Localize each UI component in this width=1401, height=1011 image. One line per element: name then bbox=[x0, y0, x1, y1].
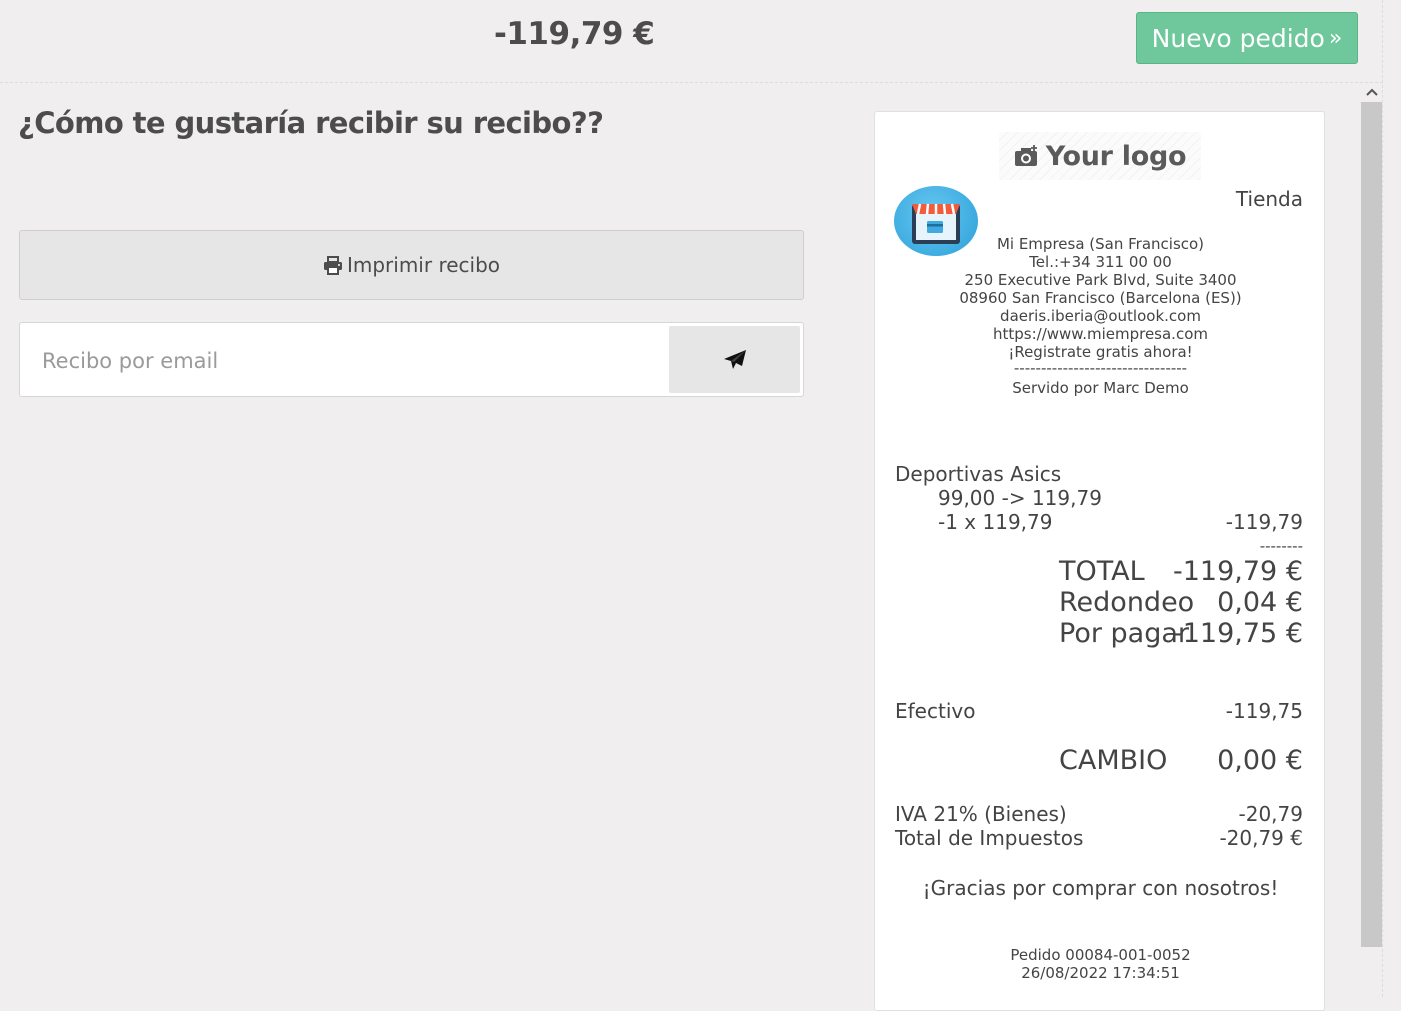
payment-amount: -119,75 bbox=[1225, 699, 1303, 723]
total-tax-value: -20,79 € bbox=[1219, 826, 1303, 850]
company-name: Mi Empresa (San Francisco) bbox=[996, 235, 1205, 253]
printer-icon bbox=[323, 255, 342, 275]
payment-method: Efectivo bbox=[895, 699, 976, 723]
camera-plus-icon bbox=[1014, 145, 1037, 166]
vat-label: IVA 21% (Bienes) bbox=[895, 802, 1067, 826]
item-quantity: -1 x 119,79 bbox=[938, 510, 1053, 534]
paper-plane-icon bbox=[723, 349, 746, 369]
total-value: -119,79 € bbox=[1173, 556, 1303, 587]
thanks-message: ¡Gracias por comprar con nosotros! bbox=[922, 876, 1279, 900]
store-label: Tienda bbox=[1235, 187, 1303, 211]
vat-value: -20,79 bbox=[1238, 802, 1303, 826]
change-value: 0,00 € bbox=[1217, 745, 1303, 776]
order-reference: Pedido 00084-001-0052 bbox=[1010, 946, 1191, 964]
due-amount: -119,79 € bbox=[494, 16, 655, 52]
logo-text: Your logo bbox=[1045, 140, 1187, 172]
company-website: https://www.miempresa.com bbox=[993, 325, 1208, 343]
scrollbar-thumb[interactable] bbox=[1361, 102, 1382, 947]
double-chevron-right-icon: » bbox=[1328, 25, 1343, 51]
served-by: Servido por Marc Demo bbox=[1012, 379, 1189, 397]
send-email-button[interactable] bbox=[669, 326, 800, 393]
item-price-change: 99,00 -> 119,79 bbox=[938, 486, 1102, 510]
chevron-up-icon bbox=[1365, 88, 1378, 96]
email-receipt-input[interactable] bbox=[21, 324, 689, 397]
rounding-label: Redondeo bbox=[1059, 587, 1195, 618]
rounding-value: 0,04 € bbox=[1217, 587, 1303, 618]
company-phone: Tel.:+34 311 00 00 bbox=[1029, 253, 1172, 271]
to-pay-value: -119,75 € bbox=[1173, 618, 1303, 649]
item-line-total: -119,79 bbox=[1225, 510, 1303, 534]
company-email: daeris.iberia@outlook.com bbox=[1000, 307, 1201, 325]
receipt-preview: Your logo Tienda Mi Empresa (San Francis… bbox=[874, 111, 1325, 1011]
receipt-question: ¿Cómo te gustaría recibir su recibo?? bbox=[18, 106, 604, 140]
print-receipt-label: Imprimir recibo bbox=[346, 253, 501, 277]
email-receipt-group bbox=[19, 322, 804, 397]
scroll-up-button[interactable] bbox=[1361, 82, 1382, 102]
print-receipt-button[interactable]: Imprimir recibo bbox=[19, 230, 804, 300]
company-address: 250 Executive Park Blvd, Suite 3400 bbox=[964, 271, 1237, 289]
total-tax-label: Total de Impuestos bbox=[895, 826, 1084, 850]
logo-placeholder: Your logo bbox=[999, 132, 1201, 180]
panel-divider bbox=[1382, 0, 1384, 997]
company-city: 08960 San Francisco (Barcelona (ES)) bbox=[959, 289, 1242, 307]
header-divider: -------------------------------- bbox=[1013, 359, 1188, 377]
top-bar: -119,79 € Nuevo pedido » bbox=[0, 0, 1383, 83]
order-datetime: 26/08/2022 17:34:51 bbox=[1021, 964, 1180, 982]
new-order-label: Nuevo pedido bbox=[1151, 23, 1325, 53]
total-label: TOTAL bbox=[1059, 556, 1145, 587]
to-pay-label: Por pagar bbox=[1059, 618, 1189, 649]
new-order-button[interactable]: Nuevo pedido » bbox=[1136, 12, 1358, 64]
totals-divider: -------- bbox=[1259, 537, 1303, 555]
change-label: CAMBIO bbox=[1059, 745, 1168, 776]
item-name: Deportivas Asics bbox=[895, 462, 1062, 486]
